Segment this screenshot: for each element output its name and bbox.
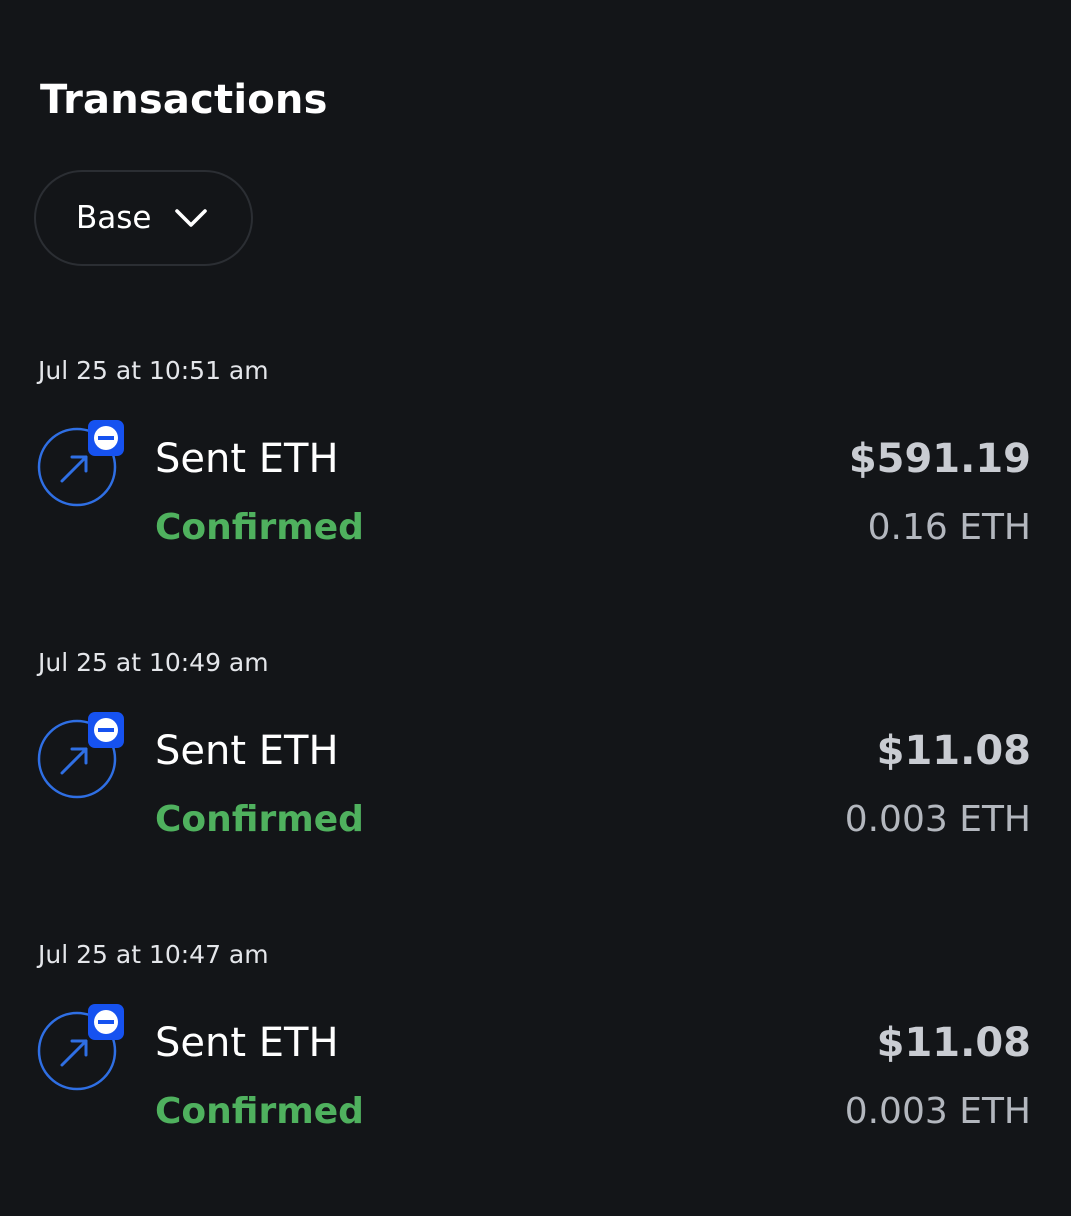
page-title: Transactions xyxy=(40,77,328,123)
transaction-status: Confirmed xyxy=(155,507,364,548)
base-network-badge-icon xyxy=(88,420,124,456)
transaction-date: Jul 25 at 10:51 am xyxy=(38,356,269,385)
transaction-date: Jul 25 at 10:49 am xyxy=(38,648,269,677)
transaction-fiat-amount: $591.19 xyxy=(848,436,1031,482)
transaction-row[interactable]: Sent ETH Confirmed $11.08 0.003 ETH xyxy=(0,712,1071,852)
transaction-fiat-amount: $11.08 xyxy=(876,1020,1031,1066)
transaction-date: Jul 25 at 10:47 am xyxy=(38,940,269,969)
transaction-title: Sent ETH xyxy=(155,1020,339,1066)
send-arrow-icon xyxy=(36,1004,128,1096)
transaction-title: Sent ETH xyxy=(155,728,339,774)
transaction-group: Jul 25 at 10:47 am Sent ETH Confirmed $1… xyxy=(0,924,1071,1216)
send-arrow-icon xyxy=(36,420,128,512)
transaction-crypto-amount: 0.003 ETH xyxy=(844,799,1031,840)
base-network-badge-icon xyxy=(88,1004,124,1040)
network-filter-label: Base xyxy=(76,200,152,236)
transaction-row[interactable]: Sent ETH Confirmed $591.19 0.16 ETH xyxy=(0,420,1071,560)
chevron-down-icon xyxy=(174,207,208,229)
transaction-group: Jul 25 at 10:51 am Sent ETH Confirmed $5… xyxy=(0,340,1071,632)
base-network-badge-icon xyxy=(88,712,124,748)
transaction-status: Confirmed xyxy=(155,1091,364,1132)
transaction-crypto-amount: 0.16 ETH xyxy=(867,507,1031,548)
transaction-fiat-amount: $11.08 xyxy=(876,728,1031,774)
transaction-list: Jul 25 at 10:51 am Sent ETH Confirmed $5… xyxy=(0,340,1071,1216)
network-filter-dropdown[interactable]: Base xyxy=(34,170,253,266)
transaction-status: Confirmed xyxy=(155,799,364,840)
transaction-row[interactable]: Sent ETH Confirmed $11.08 0.003 ETH xyxy=(0,1004,1071,1144)
send-arrow-icon xyxy=(36,712,128,804)
transaction-title: Sent ETH xyxy=(155,436,339,482)
transaction-group: Jul 25 at 10:49 am Sent ETH Confirmed $1… xyxy=(0,632,1071,924)
transaction-crypto-amount: 0.003 ETH xyxy=(844,1091,1031,1132)
